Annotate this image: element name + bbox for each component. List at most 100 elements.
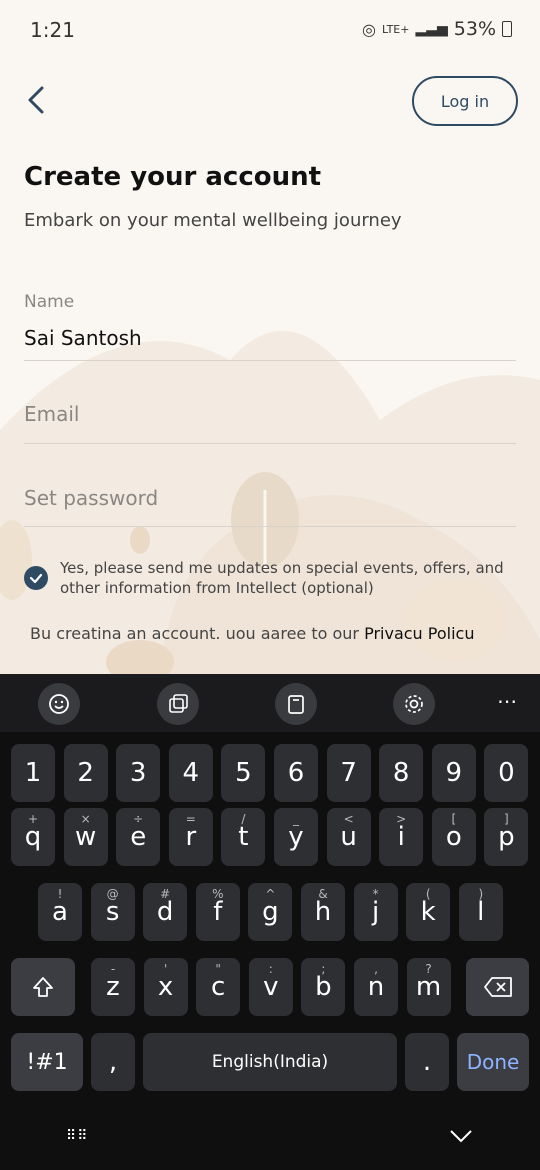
key-c[interactable]: c " bbox=[196, 958, 241, 1016]
key-q-label: q bbox=[24, 822, 42, 852]
key-m-secondary: ? bbox=[425, 962, 432, 976]
key-6-label: 6 bbox=[287, 758, 305, 788]
key-u[interactable]: u < bbox=[326, 808, 371, 866]
key-y-label: y bbox=[288, 822, 304, 852]
key-9[interactable]: 9 bbox=[431, 744, 476, 802]
key-r[interactable]: r = bbox=[168, 808, 213, 866]
comma-key[interactable]: , bbox=[91, 1033, 135, 1091]
keyboard-toolbar: ⋯ bbox=[0, 674, 540, 732]
key-d[interactable]: d # bbox=[143, 883, 188, 941]
key-w[interactable]: w × bbox=[63, 808, 108, 866]
key-g[interactable]: g ^ bbox=[248, 883, 293, 941]
key-e-label: e bbox=[130, 822, 147, 852]
key-7[interactable]: 7 bbox=[326, 744, 371, 802]
key-d-secondary: # bbox=[160, 887, 171, 901]
key-b-label: b bbox=[315, 972, 332, 1002]
key-z-secondary: - bbox=[110, 962, 116, 976]
space-key[interactable]: English(India) bbox=[143, 1033, 397, 1091]
shift-icon bbox=[33, 977, 53, 997]
keyboard: ⋯ 1234567890 q + w × e ÷ r = t / y _ u < i > o[p] a! s @ d #… bbox=[0, 674, 540, 1170]
privacy-policy-link[interactable]: Privacu Policu bbox=[364, 624, 474, 643]
keyboard-switch-icon[interactable]: ⠿⠿ bbox=[66, 1128, 89, 1144]
key-8-label: 8 bbox=[392, 758, 410, 788]
clipboard-icon bbox=[288, 695, 304, 714]
key-j[interactable]: j * bbox=[353, 883, 398, 941]
symbols-key[interactable]: !#1 bbox=[11, 1033, 83, 1091]
consent-checkbox[interactable] bbox=[24, 566, 48, 590]
key-z[interactable]: z- bbox=[91, 958, 135, 1016]
password-field[interactable]: Set password bbox=[24, 486, 516, 527]
name-label: Name bbox=[24, 292, 75, 312]
key-q[interactable]: q + bbox=[11, 808, 55, 866]
key-2[interactable]: 2 bbox=[63, 744, 108, 802]
key-y-secondary: _ bbox=[293, 812, 299, 826]
key-i-label: i bbox=[397, 822, 405, 852]
key-x-label: x bbox=[157, 972, 174, 1002]
key-x-secondary: ' bbox=[163, 962, 168, 976]
key-c-secondary: " bbox=[215, 962, 221, 976]
key-p[interactable]: p] bbox=[484, 808, 529, 866]
key-v[interactable]: v: bbox=[248, 958, 293, 1016]
key-e[interactable]: e ÷ bbox=[116, 808, 161, 866]
terms-text: Bu creatina an account. uou aaree to our… bbox=[30, 624, 474, 643]
period-key[interactable]: . bbox=[405, 1033, 449, 1091]
key-l[interactable]: l) bbox=[458, 883, 503, 941]
key-i[interactable]: i > bbox=[379, 808, 424, 866]
chevron-down-icon[interactable] bbox=[448, 1128, 474, 1144]
key-4[interactable]: 4 bbox=[168, 744, 213, 802]
key-h-label: h bbox=[314, 897, 332, 927]
battery-percent: 53% bbox=[453, 18, 496, 40]
key-f[interactable]: f% bbox=[195, 883, 240, 941]
settings-button[interactable] bbox=[393, 683, 435, 725]
key-o[interactable]: o[ bbox=[431, 808, 476, 866]
backspace-icon bbox=[483, 977, 512, 997]
emoji-button[interactable] bbox=[38, 683, 80, 725]
key-n[interactable]: n, bbox=[354, 958, 398, 1016]
key-a-secondary: ! bbox=[57, 887, 63, 901]
key-m[interactable]: m? bbox=[406, 958, 451, 1016]
key-6[interactable]: 6 bbox=[274, 744, 318, 802]
key-g-label: g bbox=[262, 897, 279, 927]
clipboard-button[interactable] bbox=[275, 683, 317, 725]
key-1[interactable]: 1 bbox=[11, 744, 55, 802]
key-u-label: u bbox=[340, 822, 357, 852]
key-a[interactable]: a! bbox=[38, 883, 82, 941]
key-x[interactable]: x ' bbox=[143, 958, 188, 1016]
email-field[interactable]: Email bbox=[24, 402, 516, 444]
name-field[interactable]: Name Sai Santosh bbox=[24, 292, 516, 361]
key-3[interactable]: 3 bbox=[116, 744, 161, 802]
more-options-icon[interactable]: ⋯ bbox=[492, 688, 522, 718]
done-key[interactable]: Done bbox=[457, 1033, 529, 1091]
key-k[interactable]: k( bbox=[406, 883, 451, 941]
key-u-secondary: < bbox=[343, 812, 354, 826]
key-5[interactable]: 5 bbox=[221, 744, 266, 802]
email-input[interactable]: Email bbox=[24, 402, 516, 426]
key-h[interactable]: h & bbox=[301, 883, 345, 941]
password-input[interactable]: Set password bbox=[24, 486, 516, 510]
key-m-label: m bbox=[415, 972, 442, 1002]
shift-key[interactable] bbox=[11, 958, 75, 1016]
name-input[interactable]: Sai Santosh bbox=[24, 326, 516, 350]
page-subtitle: Embark on your mental wellbeing journey bbox=[24, 210, 402, 231]
key-i-secondary: > bbox=[396, 812, 407, 826]
key-0[interactable]: 0 bbox=[484, 744, 529, 802]
key-5-label: 5 bbox=[235, 758, 252, 788]
sticker-button[interactable] bbox=[157, 683, 199, 725]
back-button[interactable] bbox=[22, 82, 58, 118]
page-title: Create your account bbox=[24, 162, 322, 192]
backspace-key[interactable] bbox=[466, 958, 529, 1016]
navigation-bar: ⠿⠿ bbox=[0, 1100, 540, 1170]
key-8[interactable]: 8 bbox=[379, 744, 424, 802]
key-n-secondary: , bbox=[374, 962, 378, 976]
key-y[interactable]: y _ bbox=[274, 808, 318, 866]
key-j-label: j bbox=[371, 897, 380, 927]
key-k-label: k bbox=[420, 897, 436, 927]
key-l-label: l bbox=[477, 897, 485, 927]
key-s-secondary: @ bbox=[106, 887, 119, 901]
key-f-label: f bbox=[213, 897, 223, 927]
key-s[interactable]: s @ bbox=[90, 883, 135, 941]
login-button[interactable]: Log in bbox=[412, 76, 518, 126]
key-b[interactable]: b; bbox=[301, 958, 346, 1016]
key-t[interactable]: t / bbox=[221, 808, 266, 866]
key-w-secondary: × bbox=[80, 812, 91, 826]
